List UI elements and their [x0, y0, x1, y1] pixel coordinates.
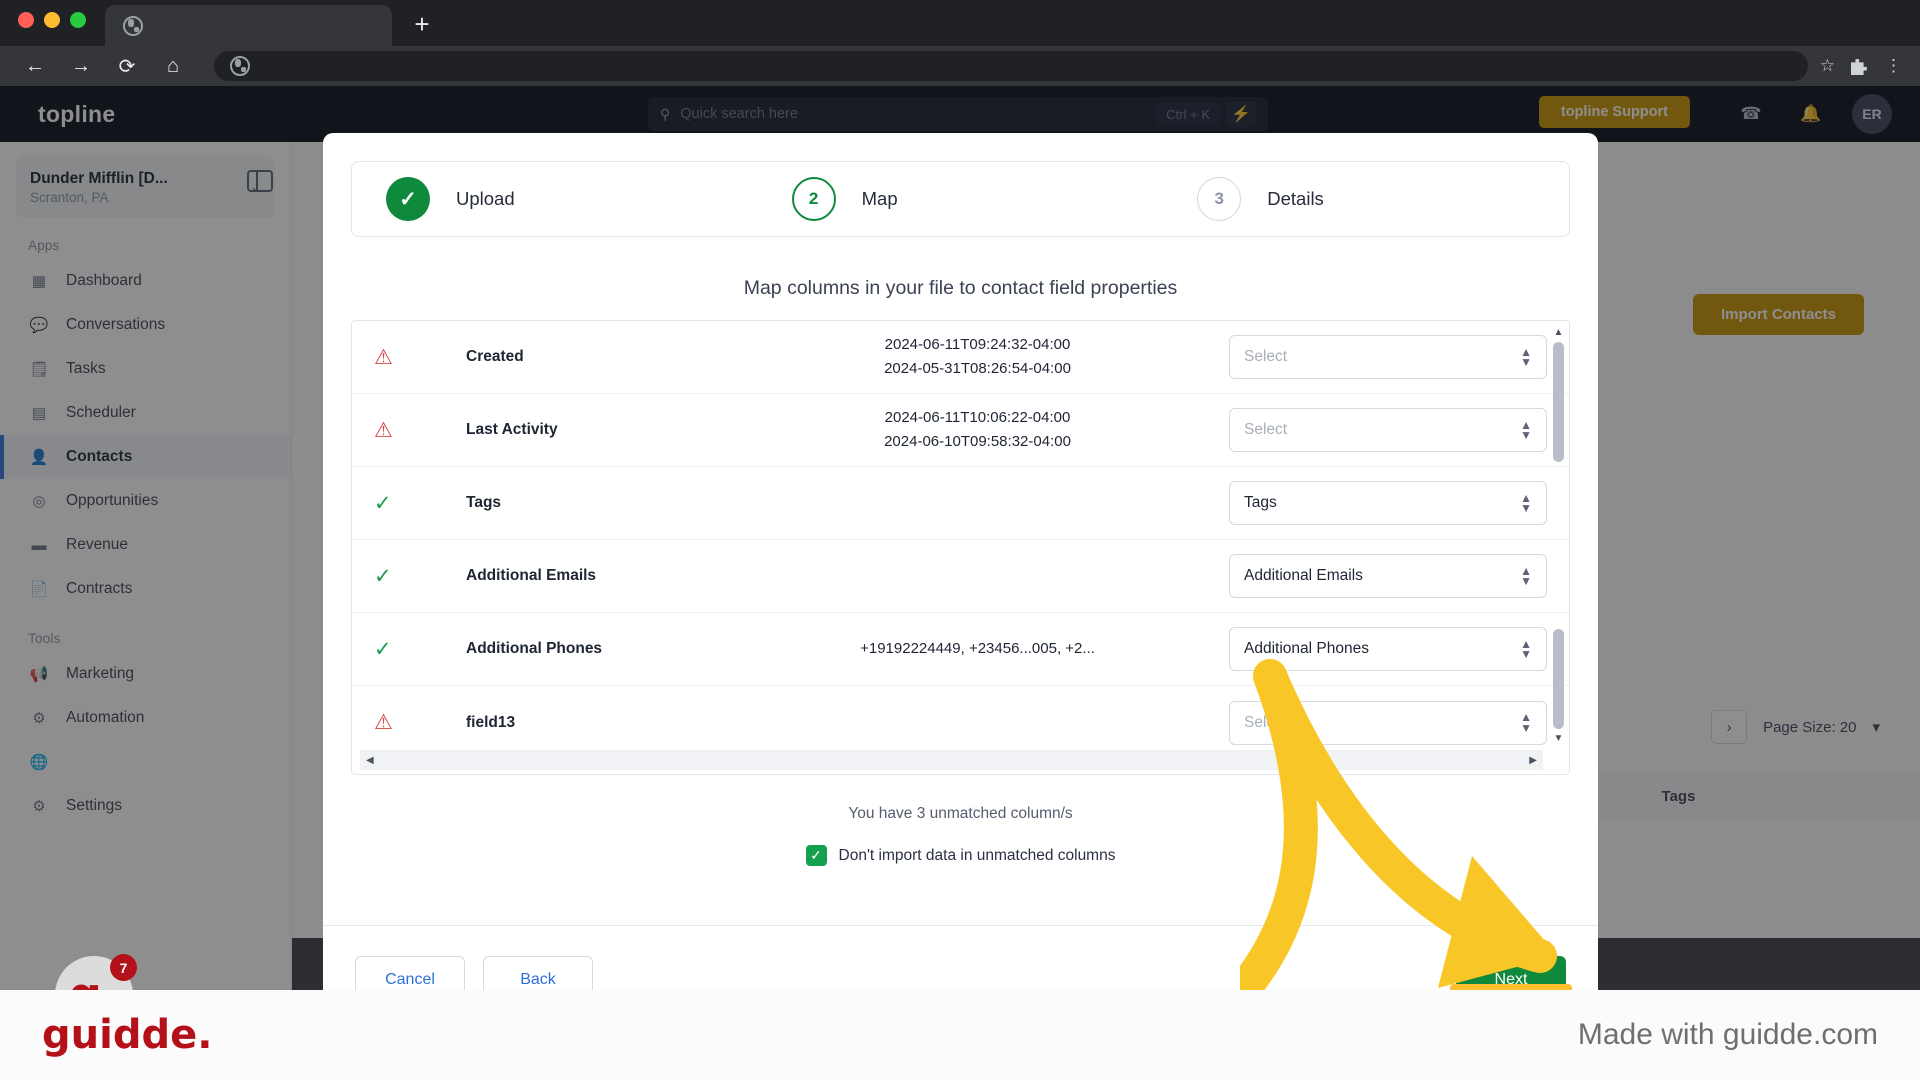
- skip-unmatched-checkbox[interactable]: ✓: [805, 845, 827, 866]
- warning-triangle-icon: ⚠: [374, 711, 393, 734]
- annotation-arrow: [1240, 659, 1558, 990]
- browser-toolbar-right: ☆ ⋮: [1820, 56, 1902, 76]
- source-column-name: Tags: [466, 494, 502, 511]
- select-chevrons-icon: ▲ ▼: [1520, 490, 1532, 515]
- check-circle-icon: ✓: [374, 564, 392, 588]
- reload-button[interactable]: ⟳: [110, 49, 144, 83]
- globe-icon: [123, 15, 143, 36]
- field-mapping-value: Tags: [1244, 494, 1277, 511]
- source-column-name: Last Activity: [466, 421, 558, 438]
- wizard-step-map[interactable]: 2 Map: [758, 177, 1164, 221]
- field-mapping-select[interactable]: Tags ▲ ▼: [1229, 481, 1547, 525]
- select-chevrons-icon: ▲ ▼: [1520, 563, 1532, 588]
- select-chevrons-icon: ▲ ▼: [1520, 344, 1532, 369]
- wizard-step-upload[interactable]: ✓ Upload: [352, 177, 758, 221]
- mapping-row: ⚠ Last Activity 2024-06-11T10:06:22-04:00 2…: [352, 394, 1569, 467]
- step-label-map: Map: [861, 188, 898, 209]
- field-mapping-select[interactable]: Select ▲ ▼: [1229, 408, 1547, 452]
- source-column-name: Created: [466, 348, 524, 365]
- notification-badge: 7: [110, 954, 137, 981]
- mapping-row: ✓ Tags Tags ▲ ▼: [352, 467, 1569, 540]
- step-label-details: Details: [1267, 188, 1324, 209]
- check-circle-icon: ✓: [374, 637, 392, 661]
- field-mapping-value: Additional Emails: [1244, 567, 1363, 584]
- forward-button[interactable]: →: [64, 49, 98, 83]
- field-mapping-value: Select: [1244, 421, 1288, 438]
- skip-unmatched-label: Don't import data in unmatched columns: [838, 846, 1116, 864]
- browser-tab[interactable]: [105, 5, 392, 46]
- step-check-icon: ✓: [386, 177, 430, 221]
- source-column-name: field13: [466, 713, 516, 731]
- wizard-step-details[interactable]: 3 Details: [1163, 177, 1569, 221]
- modal-title: Map columns in your file to contact fiel…: [743, 277, 1178, 299]
- back-button[interactable]: ←: [18, 49, 52, 83]
- check-circle-icon: ✓: [374, 491, 392, 515]
- made-with-guidde-label: Made with guidde.com: [1577, 1018, 1878, 1051]
- step-label-upload: Upload: [456, 188, 515, 209]
- new-tab-button[interactable]: +: [405, 8, 439, 42]
- home-button[interactable]: ⌂: [156, 49, 190, 83]
- browser-menu-icon[interactable]: ⋮: [1885, 56, 1902, 76]
- application-window: topline ⚲ Ctrl + K ⚡ topline Support ☎ 🔔…: [0, 86, 1920, 990]
- mapping-row: ⚠ Created 2024-06-11T09:24:32-04:00 2024-05…: [352, 321, 1569, 394]
- address-bar[interactable]: [214, 51, 1808, 81]
- step-number: 3: [1197, 177, 1242, 221]
- select-chevrons-icon: ▲ ▼: [1520, 417, 1532, 442]
- cancel-button[interactable]: Cancel: [355, 955, 465, 990]
- minimize-window-button[interactable]: [44, 12, 60, 28]
- source-column-name: Additional Phones: [466, 640, 603, 657]
- step-number: 2: [791, 177, 836, 221]
- sample-values: 2024-06-11T10:06:22-04:00 2024-06-10T09:5…: [884, 409, 1071, 450]
- scroll-left-icon[interactable]: ◀: [366, 755, 374, 766]
- sample-values: 2024-06-11T09:24:32-04:00 2024-05-31T08:2…: [884, 336, 1071, 377]
- field-mapping-value: Select: [1244, 348, 1288, 365]
- guidde-brand-bar: guidde. Made with guidde.com: [0, 990, 1920, 1080]
- browser-chrome: + ← → ⟳ ⌂ ☆ ⋮: [0, 0, 1920, 86]
- sample-values: +19192224449, +23456...005, +2...: [860, 640, 1095, 657]
- warning-triangle-icon: ⚠: [374, 345, 393, 369]
- next-button-highlight: [1450, 984, 1572, 990]
- extensions-puzzle-icon[interactable]: [1851, 59, 1867, 75]
- maximize-window-button[interactable]: [70, 12, 86, 28]
- close-window-button[interactable]: [18, 12, 34, 28]
- mapping-row: ✓ Additional Emails Additional Emails ▲ ▼: [352, 540, 1569, 613]
- warning-triangle-icon: ⚠: [374, 418, 393, 442]
- bookmark-star-icon[interactable]: ☆: [1820, 56, 1835, 76]
- field-mapping-select[interactable]: Select ▲ ▼: [1229, 335, 1547, 379]
- address-globe-icon: [230, 56, 250, 76]
- scroll-up-icon[interactable]: ▲: [1554, 327, 1564, 338]
- field-mapping-select[interactable]: Additional Emails ▲ ▼: [1229, 554, 1547, 598]
- back-button[interactable]: Back: [483, 955, 593, 990]
- guidde-logo: guidde.: [42, 1012, 213, 1058]
- wizard-stepper: ✓ Upload 2 Map 3 Details: [351, 161, 1570, 237]
- browser-toolbar: ← → ⟳ ⌂ ☆ ⋮: [0, 46, 1920, 86]
- browser-tabstrip: +: [0, 0, 1920, 46]
- scrollbar-thumb[interactable]: [1553, 342, 1564, 462]
- source-column-name: Additional Emails: [466, 567, 597, 584]
- window-traffic-lights: [18, 12, 86, 28]
